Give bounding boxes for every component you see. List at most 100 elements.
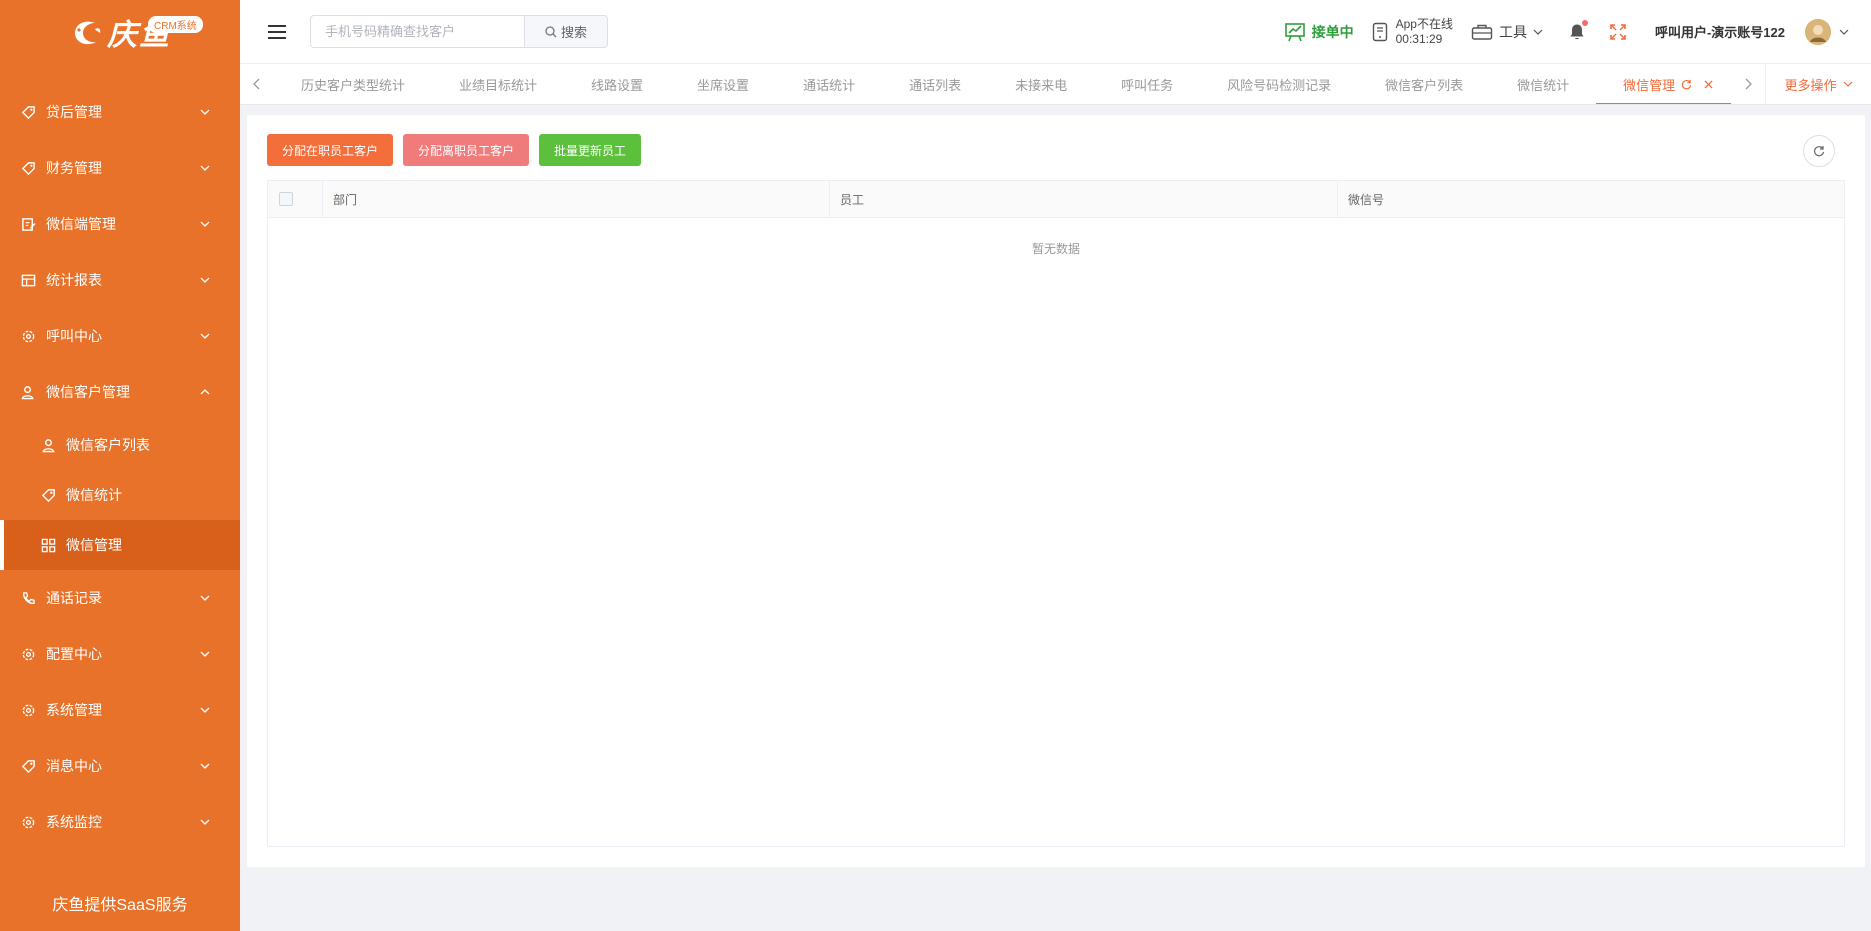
tab-label: 历史客户类型统计 bbox=[301, 77, 406, 93]
tabs-bar: 历史客户类型统计 业绩目标统计 线路设置 坐席设置 通话统计 通话列表 未接来电… bbox=[240, 64, 1871, 105]
close-icon bbox=[1704, 79, 1713, 89]
grid-icon bbox=[40, 537, 56, 553]
avatar[interactable] bbox=[1805, 18, 1831, 45]
chevron-down-icon bbox=[200, 819, 210, 825]
tab-label: 微信统计 bbox=[1517, 77, 1570, 93]
chevron-left-icon bbox=[253, 78, 260, 90]
tab-label: 通话统计 bbox=[803, 77, 856, 93]
notification-dot bbox=[1581, 19, 1588, 26]
chevron-down-icon bbox=[200, 763, 210, 769]
tab-label: 风险号码检测记录 bbox=[1227, 77, 1332, 93]
more-operations-dropdown[interactable]: 更多操作 bbox=[1765, 64, 1871, 104]
table-header: 部门 员工 微信号 bbox=[268, 181, 1844, 218]
tag-icon bbox=[20, 160, 36, 176]
tab-call-list[interactable]: 通话列表 bbox=[882, 64, 988, 104]
tools-label: 工具 bbox=[1498, 23, 1527, 40]
top-header: 搜索 接单中 App不在线 00:31:29 工具 呼叫用户-演示账号122 bbox=[240, 0, 1871, 64]
tabs-scroll-right-button[interactable] bbox=[1731, 64, 1765, 104]
search-button[interactable]: 搜索 bbox=[524, 15, 608, 48]
sidebar-item-messages[interactable]: 消息中心 bbox=[0, 738, 240, 794]
tab-wechat-manage[interactable]: 微信管理 bbox=[1596, 64, 1731, 104]
select-all-checkbox[interactable] bbox=[279, 192, 293, 206]
header-right: 接单中 App不在线 00:31:29 工具 呼叫用户-演示账号122 bbox=[1266, 0, 1871, 64]
tab-wechat-customer-list[interactable]: 微信客户列表 bbox=[1358, 64, 1490, 104]
chevron-down-icon bbox=[200, 109, 210, 115]
hamburger-icon bbox=[268, 24, 286, 39]
sidebar-item-label: 呼叫中心 bbox=[46, 328, 102, 344]
sidebar-item-label: 财务管理 bbox=[46, 160, 102, 176]
chevron-down-icon bbox=[1843, 81, 1852, 87]
sidebar-item-loan[interactable]: 贷后管理 bbox=[0, 84, 240, 140]
sidebar-item-call-records[interactable]: 通话记录 bbox=[0, 570, 240, 626]
sidebar-item-wechat-end[interactable]: 微信端管理 bbox=[0, 196, 240, 252]
tab-risk-number-records[interactable]: 风险号码检测记录 bbox=[1200, 64, 1358, 104]
notification-button[interactable] bbox=[1569, 19, 1588, 41]
fullscreen-icon bbox=[1610, 23, 1626, 40]
tab-close-button[interactable] bbox=[1704, 79, 1713, 89]
tab-performance-target[interactable]: 业绩目标统计 bbox=[432, 64, 564, 104]
tab-missed-calls[interactable]: 未接来电 bbox=[988, 64, 1094, 104]
app-status-label: App不在线 bbox=[1395, 16, 1453, 31]
fish-logo-icon bbox=[75, 21, 101, 45]
sidebar-item-reports[interactable]: 统计报表 bbox=[0, 252, 240, 308]
tab-line-settings[interactable]: 线路设置 bbox=[564, 64, 670, 104]
sidebar-item-wechat-customers[interactable]: 微信客户管理 bbox=[0, 364, 240, 420]
sidebar-menu: 贷后管理 财务管理 微信端管理 统计报表 呼叫中心 微信客户管理 微信客户列表 … bbox=[0, 84, 240, 850]
tab-label: 业绩目标统计 bbox=[459, 77, 538, 93]
sidebar-item-finance[interactable]: 财务管理 bbox=[0, 140, 240, 196]
logo: 庆鱼 CRM系统 bbox=[0, 0, 240, 64]
select-all-cell bbox=[268, 181, 323, 217]
chevron-down-icon bbox=[1533, 29, 1543, 35]
chevron-down-icon[interactable] bbox=[1839, 27, 1849, 37]
tab-wechat-stats[interactable]: 微信统计 bbox=[1490, 64, 1596, 104]
tabs-scroll-left-button[interactable] bbox=[240, 64, 274, 104]
tab-seat-settings[interactable]: 坐席设置 bbox=[670, 64, 776, 104]
tab-refresh-button[interactable] bbox=[1681, 79, 1692, 90]
sidebar-item-label: 配置中心 bbox=[46, 646, 102, 662]
search-box: 搜索 bbox=[310, 15, 608, 48]
sidebar-item-label: 微信客户管理 bbox=[46, 384, 130, 400]
sidebar-subitem-label: 微信客户列表 bbox=[66, 437, 150, 453]
hamburger-menu-button[interactable] bbox=[262, 17, 292, 47]
receiving-status-label: 接单中 bbox=[1311, 23, 1354, 40]
tabs-list: 历史客户类型统计 业绩目标统计 线路设置 坐席设置 通话统计 通话列表 未接来电… bbox=[274, 64, 1731, 104]
chart-board-icon bbox=[1284, 22, 1305, 41]
assign-active-employee-customers-button[interactable]: 分配在职员工客户 bbox=[267, 134, 394, 166]
tab-label: 微信客户列表 bbox=[1385, 77, 1464, 93]
refresh-table-button[interactable] bbox=[1803, 135, 1835, 167]
sidebar-subitem-wechat-manage[interactable]: 微信管理 bbox=[0, 520, 240, 570]
sidebar-item-label: 统计报表 bbox=[46, 272, 102, 288]
user-name[interactable]: 呼叫用户-演示账号122 bbox=[1655, 22, 1785, 41]
gear-icon bbox=[20, 702, 36, 718]
empty-state-text: 暂无数据 bbox=[1031, 242, 1080, 256]
sidebar-subitem-label: 微信管理 bbox=[66, 537, 122, 553]
receiving-status-button[interactable]: 接单中 bbox=[1284, 22, 1354, 42]
tab-call-tasks[interactable]: 呼叫任务 bbox=[1094, 64, 1200, 104]
column-header-wechat-id[interactable]: 微信号 bbox=[1338, 181, 1844, 217]
gear-icon bbox=[20, 328, 36, 344]
tag-icon bbox=[20, 104, 36, 120]
chevron-down-icon bbox=[200, 595, 210, 601]
sidebar-subitem-wechat-stats[interactable]: 微信统计 bbox=[0, 470, 240, 520]
search-icon bbox=[545, 25, 557, 37]
edit-icon bbox=[20, 216, 36, 232]
refresh-icon bbox=[1682, 79, 1692, 89]
sidebar-item-monitor[interactable]: 系统监控 bbox=[0, 794, 240, 850]
tools-dropdown[interactable]: 工具 bbox=[1471, 22, 1543, 42]
sidebar-subitem-wechat-customer-list[interactable]: 微信客户列表 bbox=[0, 420, 240, 470]
chevron-right-icon bbox=[1745, 78, 1752, 90]
sidebar-item-system[interactable]: 系统管理 bbox=[0, 682, 240, 738]
sidebar-item-call-center[interactable]: 呼叫中心 bbox=[0, 308, 240, 364]
sidebar-item-config[interactable]: 配置中心 bbox=[0, 626, 240, 682]
assign-departed-employee-customers-button[interactable]: 分配离职员工客户 bbox=[403, 134, 530, 166]
search-input[interactable] bbox=[310, 15, 524, 48]
sidebar-item-label: 系统管理 bbox=[46, 702, 102, 718]
column-header-employee[interactable]: 员工 bbox=[830, 181, 1338, 217]
fullscreen-button[interactable] bbox=[1609, 23, 1627, 41]
sidebar-item-label: 贷后管理 bbox=[46, 104, 102, 120]
tab-call-stats[interactable]: 通话统计 bbox=[776, 64, 882, 104]
column-header-department[interactable]: 部门 bbox=[323, 181, 830, 217]
bulk-update-employees-button[interactable]: 批量更新员工 bbox=[539, 134, 642, 166]
tablet-icon bbox=[1372, 22, 1387, 41]
tab-history-customer-type[interactable]: 历史客户类型统计 bbox=[274, 64, 432, 104]
